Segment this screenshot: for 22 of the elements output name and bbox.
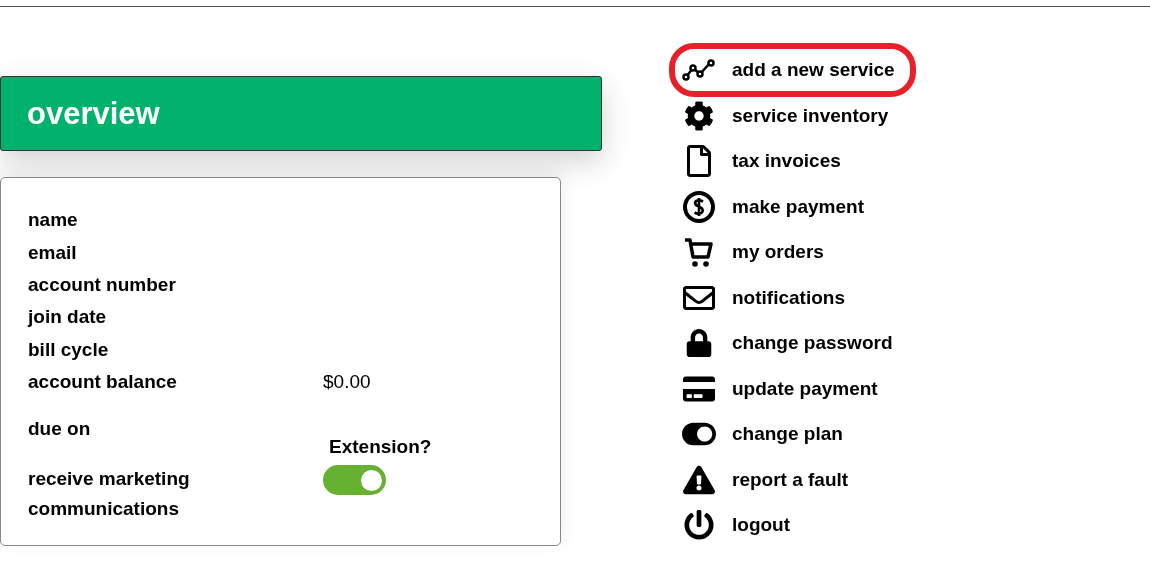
- menu-item[interactable]: change plan: [674, 412, 859, 456]
- field-label: account number: [28, 273, 176, 296]
- menu-item[interactable]: tax invoices: [674, 139, 857, 183]
- page-title: overview: [27, 95, 160, 132]
- field-label: due on: [28, 418, 91, 441]
- field-label: bill cycle: [28, 338, 109, 361]
- menu-item[interactable]: service inventory: [674, 93, 905, 138]
- field-value: $0.00: [323, 371, 371, 394]
- menu-item[interactable]: my orders: [674, 230, 840, 274]
- field-label: receive marketing communications: [28, 467, 191, 522]
- field-label: account balance: [28, 371, 177, 394]
- field-label: join date: [28, 306, 107, 329]
- menu-item[interactable]: add a new service: [674, 48, 911, 92]
- menu-item[interactable]: logout: [674, 503, 807, 547]
- field-label: email: [28, 241, 77, 264]
- menu-item[interactable]: update payment: [674, 366, 894, 411]
- menu-item[interactable]: change password: [674, 321, 909, 365]
- menu-item[interactable]: make payment: [674, 184, 880, 229]
- menu-item[interactable]: report a fault: [674, 457, 865, 502]
- menu-item[interactable]: notifications: [674, 275, 861, 320]
- extension-label: Extension?: [329, 436, 432, 459]
- field-label: name: [28, 209, 78, 232]
